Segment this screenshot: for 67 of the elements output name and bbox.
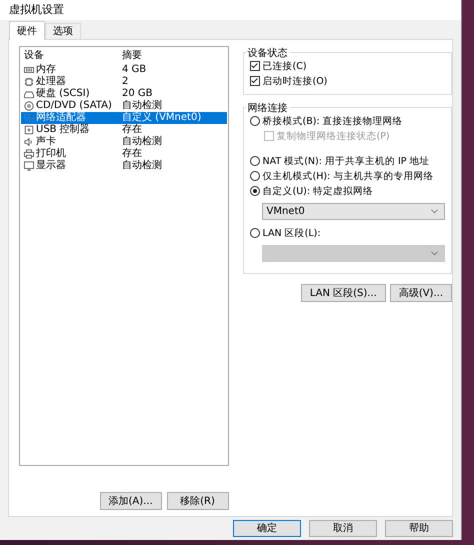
- device-row[interactable]: 内存 4 GB: [21, 64, 226, 76]
- group-title: 设备状态: [246, 46, 288, 60]
- device-name: 处理器: [36, 76, 66, 88]
- radio-button[interactable]: [250, 228, 260, 238]
- radio-button[interactable]: [250, 171, 260, 182]
- device-row[interactable]: 显示器 自动检测: [21, 160, 226, 172]
- device-summary: 存在: [122, 124, 142, 136]
- device-name: 内存: [36, 64, 56, 76]
- network-icon: [24, 112, 34, 123]
- device-row[interactable]: 处理器 2: [21, 76, 226, 88]
- radio-button[interactable]: [250, 156, 260, 166]
- option-label: NAT 模式(N): 用于共享主机的 IP 地址: [262, 154, 430, 168]
- monitor-icon: [24, 160, 34, 171]
- device-summary: 20 GB: [122, 88, 153, 100]
- dialog-button[interactable]: 帮助: [385, 520, 453, 537]
- memory-icon: [24, 64, 34, 75]
- device-name: USB 控制器: [36, 124, 90, 136]
- chevron-icon: [431, 208, 438, 214]
- radio-button[interactable]: [250, 186, 260, 196]
- chip-icon: [24, 76, 34, 87]
- device-row[interactable]: USB 控制器 存在: [21, 124, 226, 136]
- option-label: 启动时连接(O): [262, 74, 328, 88]
- group-title: 网络连接: [246, 102, 288, 115]
- list-button[interactable]: 添加(A)...: [100, 492, 162, 510]
- chevron-icon: [431, 250, 438, 256]
- network-button[interactable]: LAN 区段(S)...: [300, 284, 386, 302]
- radio-button[interactable]: [250, 116, 260, 126]
- device-name: 声卡: [36, 136, 56, 148]
- option-label: 自定义(U): 特定虚拟网络: [262, 184, 374, 198]
- device-summary: 自动检测: [122, 136, 162, 148]
- dialog-button[interactable]: 确定: [233, 520, 301, 537]
- device-summary: 自动检测: [122, 160, 162, 172]
- tab[interactable]: 硬件: [9, 20, 45, 40]
- device-summary: 2: [122, 76, 128, 88]
- dropdown[interactable]: VMnet0: [262, 202, 445, 220]
- option-label: 仅主机模式(H): 与主机共享的专用网络: [262, 170, 434, 183]
- device-summary: 存在: [122, 148, 142, 160]
- device-row[interactable]: CD/DVD (SATA) 自动检测: [21, 100, 226, 112]
- tab[interactable]: 选项: [45, 22, 81, 39]
- window-title: 虚拟机设置: [9, 2, 64, 18]
- network-button[interactable]: 高级(V)...: [390, 284, 452, 302]
- printer-icon: [24, 148, 34, 159]
- device-name: 网络适配器: [36, 112, 86, 124]
- column-header: 摘要: [122, 50, 142, 62]
- device-summary: 4 GB: [122, 64, 146, 76]
- device-row[interactable]: 打印机 存在: [21, 148, 226, 160]
- option-label: LAN 区段(L):: [262, 226, 321, 240]
- device-name: CD/DVD (SATA): [36, 100, 112, 112]
- device-name: 打印机: [36, 148, 66, 160]
- checkbox[interactable]: [250, 76, 260, 86]
- checkbox[interactable]: [250, 61, 260, 72]
- option-label: 已连接(C): [262, 60, 307, 73]
- device-row[interactable]: 声卡 自动检测: [21, 136, 226, 148]
- option-label: 桥接模式(B): 直接连接物理网络: [262, 114, 403, 128]
- column-header: 设备: [23, 50, 45, 62]
- device-name: 显示器: [36, 160, 66, 172]
- usb-icon: [24, 124, 34, 135]
- device-row[interactable]: 硬盘 (SCSI) 20 GB: [21, 88, 226, 100]
- device-row[interactable]: 网络适配器 自定义 (VMnet0): [21, 112, 226, 124]
- device-summary: 自定义 (VMnet0): [122, 112, 202, 124]
- device-name: 硬盘 (SCSI): [36, 88, 90, 100]
- disc-icon: [24, 100, 34, 111]
- list-button[interactable]: 移除(R): [166, 492, 228, 510]
- option-label: 复制物理网络连接状态(P): [276, 130, 390, 143]
- speaker-icon: [24, 136, 34, 147]
- device-summary: 自动检测: [122, 100, 162, 112]
- dialog-button[interactable]: 取消: [309, 520, 377, 537]
